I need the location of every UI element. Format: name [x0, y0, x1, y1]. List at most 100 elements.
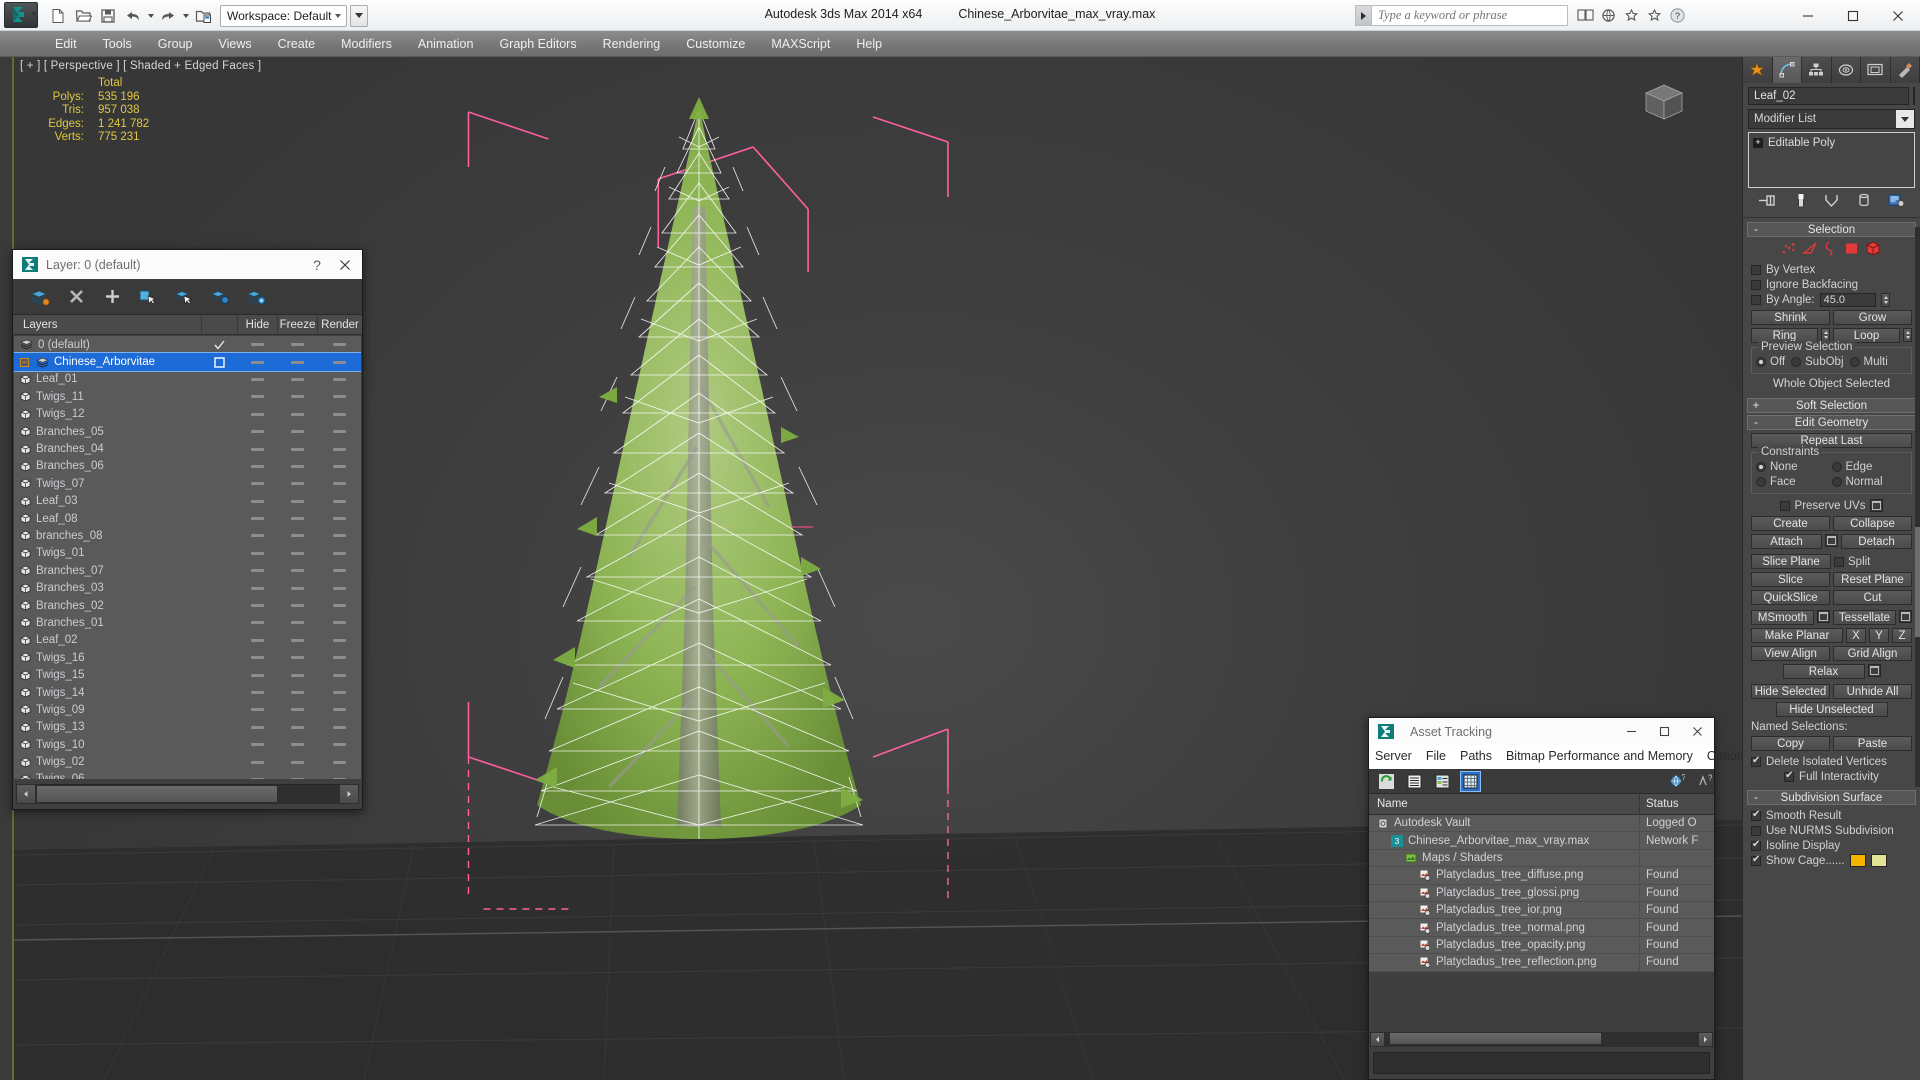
constraint-face-radio[interactable]	[1756, 476, 1766, 487]
layer-render-cell[interactable]	[317, 499, 361, 503]
set-project-folder-button[interactable]	[191, 4, 215, 28]
layer-row-name-cell[interactable]: Twigs_13	[14, 721, 201, 733]
layer-row-name-cell[interactable]: Branches_01	[14, 617, 201, 629]
layer-hide-cell[interactable]	[237, 621, 277, 625]
layer-freeze-cell[interactable]	[277, 534, 317, 538]
layer-horizontal-scrollbar[interactable]	[14, 779, 361, 808]
tessellate-button[interactable]: Tessellate	[1833, 610, 1896, 625]
layer-row[interactable]: Branches_01	[14, 614, 361, 631]
relax-button[interactable]: Relax	[1782, 664, 1865, 679]
selection-rollout-sign[interactable]: -	[1748, 224, 1764, 236]
layer-dialog[interactable]: Layer: 0 (default) ? Layers Hide Freeze …	[12, 249, 363, 810]
by-angle-checkbox[interactable]	[1751, 294, 1761, 305]
layer-row-name-cell[interactable]: Twigs_09	[14, 704, 201, 716]
layer-render-cell[interactable]	[317, 569, 361, 573]
layer-freeze-cell[interactable]	[277, 691, 317, 694]
soft-selection-rollout-sign[interactable]: +	[1748, 400, 1764, 412]
expand-modifier-icon[interactable]: +	[1753, 137, 1763, 148]
edit-geometry-rollout[interactable]: - Edit Geometry Repeat Last Constraints …	[1747, 415, 1916, 788]
layer-row[interactable]: Twigs_12	[14, 406, 361, 423]
layer-freeze-cell[interactable]	[277, 430, 317, 434]
layer-freeze-cell[interactable]	[277, 551, 317, 555]
layer-row[interactable]: Twigs_06	[14, 771, 361, 779]
redo-dropdown-caret-icon[interactable]	[181, 4, 190, 28]
layer-render-cell[interactable]	[317, 691, 361, 694]
tree-view-icon[interactable]	[1433, 772, 1452, 791]
by-angle-spinner[interactable]	[1880, 292, 1890, 307]
layer-row[interactable]: Leaf_08	[14, 510, 361, 527]
layer-hide-cell[interactable]	[237, 673, 277, 677]
layer-list[interactable]: 0 (default) − Chinese_Arborvitae Leaf_01 Twi…	[14, 336, 361, 779]
layer-render-cell[interactable]	[317, 534, 361, 538]
workspace-caret-icon[interactable]	[332, 6, 344, 26]
edit-geometry-rollout-header[interactable]: - Edit Geometry	[1747, 415, 1916, 430]
asset-row[interactable]: Platycladus_tree_diffuse.png Found	[1369, 866, 1714, 885]
layer-dialog-help-button[interactable]: ?	[304, 251, 330, 278]
layer-row-name-cell[interactable]: Twigs_14	[14, 687, 201, 699]
layer-row[interactable]: Twigs_15	[14, 666, 361, 683]
subscription-icon[interactable]	[1621, 4, 1641, 26]
layer-hide-cell[interactable]	[237, 377, 277, 381]
undo-dropdown-caret-icon[interactable]	[146, 4, 155, 28]
subdivision-rollout-sign[interactable]: -	[1748, 792, 1764, 804]
asset-tracking-dialog[interactable]: Asset Tracking Server File Paths Bitmap Per…	[1368, 717, 1750, 1080]
layer-row[interactable]: Twigs_02	[14, 753, 361, 770]
layer-row-name-cell[interactable]: Twigs_15	[14, 669, 201, 681]
asset-menu-server[interactable]: Server	[1375, 749, 1412, 763]
layer-freeze-cell[interactable]	[277, 464, 317, 468]
layer-hide-cell[interactable]	[237, 447, 277, 451]
layer-hide-cell[interactable]	[237, 569, 277, 573]
layer-render-cell[interactable]	[317, 343, 361, 347]
menu-animation[interactable]: Animation	[405, 31, 487, 57]
motion-tab[interactable]	[1831, 57, 1861, 83]
layer-render-cell[interactable]	[317, 586, 361, 590]
utilities-tab[interactable]	[1890, 57, 1920, 83]
asset-row-name-cell[interactable]: 3 Chinese_Arborvitae_max_vray.max	[1369, 831, 1640, 850]
menu-help[interactable]: Help	[843, 31, 895, 57]
layer-row[interactable]: Twigs_10	[14, 736, 361, 753]
layer-freeze-cell[interactable]	[277, 708, 317, 712]
layer-row-name-cell[interactable]: Leaf_03	[14, 495, 201, 507]
by-vertex-checkbox[interactable]	[1751, 264, 1761, 275]
layer-hide-cell[interactable]	[237, 743, 277, 747]
workspace-dropdown-button[interactable]	[349, 4, 368, 27]
layer-row-name-cell[interactable]: Twigs_16	[14, 652, 201, 664]
asset-close-button[interactable]	[1681, 719, 1714, 745]
asset-row[interactable]: Autodesk Vault Logged O	[1369, 814, 1714, 833]
layer-dialog-close-button[interactable]	[330, 251, 360, 278]
layer-render-cell[interactable]	[317, 725, 361, 729]
layer-render-cell[interactable]	[317, 412, 361, 416]
asset-row-name-cell[interactable]: Maps / Shaders	[1369, 849, 1640, 867]
preserve-uvs-checkbox[interactable]	[1779, 500, 1790, 511]
scroll-right-button[interactable]	[339, 783, 359, 804]
layer-freeze-cell[interactable]	[277, 621, 317, 625]
layer-row[interactable]: Leaf_01	[14, 371, 361, 388]
search-box[interactable]	[1355, 5, 1568, 26]
layer-row-name-cell[interactable]: Twigs_07	[14, 478, 201, 490]
layer-row[interactable]: Twigs_13	[14, 719, 361, 736]
layer-hide-cell[interactable]	[237, 412, 277, 416]
show-end-result-icon[interactable]	[1795, 193, 1807, 211]
create-button[interactable]: Create	[1751, 516, 1830, 531]
delete-isolated-vertices-row[interactable]: Delete Isolated Vertices	[1751, 754, 1912, 769]
selection-rollout-header[interactable]: - Selection	[1747, 222, 1916, 237]
layer-hide-cell[interactable]	[237, 395, 277, 399]
asset-maximize-button[interactable]	[1648, 719, 1681, 745]
layer-hide-cell[interactable]	[237, 482, 277, 486]
logo-dropdown-caret-icon[interactable]	[31, 12, 37, 16]
layer-freeze-cell[interactable]	[277, 656, 317, 660]
command-panel-scroll-thumb[interactable]	[1915, 527, 1920, 637]
layer-row-name-cell[interactable]: Leaf_02	[14, 634, 201, 646]
asset-row[interactable]: Platycladus_tree_reflection.png Found	[1369, 953, 1714, 972]
layer-row[interactable]: Leaf_02	[14, 632, 361, 649]
collapse-button[interactable]: Collapse	[1833, 516, 1912, 531]
layer-row[interactable]: Branches_05	[14, 423, 361, 440]
tree-model-chinese-arborvitae[interactable]	[469, 87, 929, 887]
asset-row-name-cell[interactable]: Platycladus_tree_glossi.png	[1369, 884, 1640, 902]
hide-unselected-button[interactable]: Hide Unselected	[1775, 702, 1888, 717]
asset-list[interactable]: Autodesk Vault Logged O 3 Chinese_Arborvita…	[1369, 814, 1714, 972]
asset-row[interactable]: Maps / Shaders	[1369, 849, 1714, 868]
layer-freeze-cell[interactable]	[277, 760, 317, 764]
asset-row-name-cell[interactable]: Platycladus_tree_opacity.png	[1369, 936, 1640, 954]
asset-horizontal-scrollbar[interactable]	[1370, 1031, 1713, 1048]
